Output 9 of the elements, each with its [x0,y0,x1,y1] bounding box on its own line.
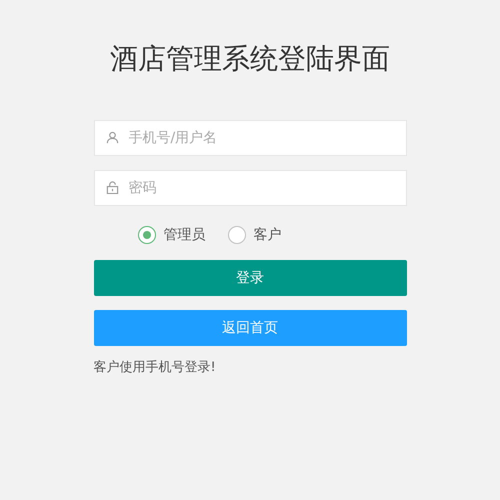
radio-label[interactable]: 客户 [254,226,282,244]
login-button[interactable]: 登录 [94,260,406,296]
radio-label[interactable]: 管理员 [164,226,206,244]
input-field[interactable]: 手机号/用户名 [94,120,406,156]
hint-text: 客户使用手机号登录! [94,359,217,376]
radio-button[interactable] [228,226,246,244]
page-title: 酒店管理系统登陆界面 [110,41,390,77]
radio-button[interactable] [138,226,156,244]
input-field[interactable]: 密码 [94,170,406,206]
